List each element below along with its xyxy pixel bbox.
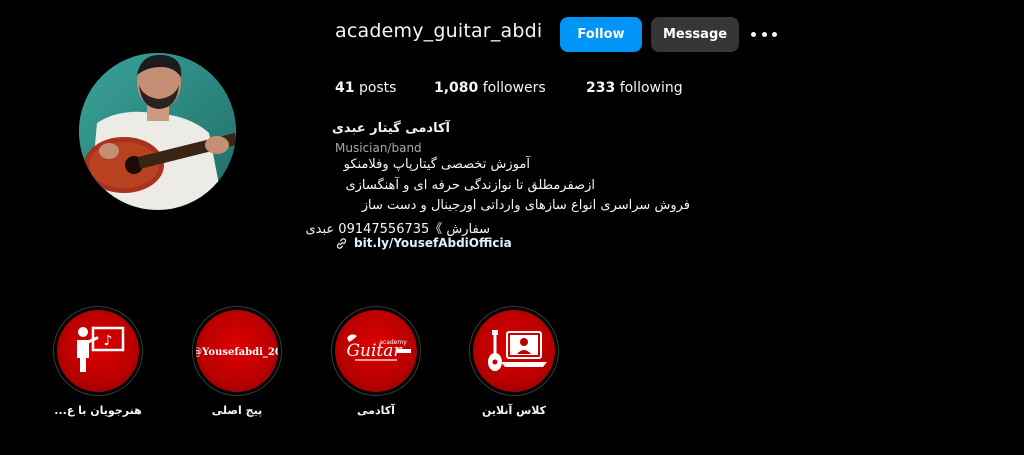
following-count-label: following bbox=[619, 80, 683, 96]
guitar-academy-logo: Guitar academy bbox=[346, 334, 411, 361]
dot-icon bbox=[761, 31, 767, 37]
bio-link-text: bit.ly/YousefAbdiOfficia bbox=[354, 236, 512, 250]
more-options-icon[interactable] bbox=[751, 25, 777, 43]
profile-avatar[interactable] bbox=[79, 53, 236, 210]
highlight-cover: @Yousefabdi_20 bbox=[196, 310, 278, 392]
teacher-board-icon: ♪ bbox=[77, 326, 125, 372]
online-class-laptop-icon bbox=[488, 330, 547, 371]
posts-count: 41 posts bbox=[335, 80, 396, 96]
highlight-label: آکادمی bbox=[357, 404, 395, 417]
profile-category: Musician/band bbox=[335, 141, 422, 155]
bio-link[interactable]: bit.ly/YousefAbdiOfficia bbox=[335, 236, 512, 250]
following-count-value: 233 bbox=[586, 80, 616, 96]
profile-username: academy_guitar_abdi bbox=[335, 20, 543, 42]
story-highlight[interactable]: @Yousefabdi_20 bbox=[192, 306, 282, 396]
dot-icon bbox=[772, 31, 777, 37]
posts-count-value: 41 bbox=[335, 80, 355, 96]
bio-line: سفارش 》09147556735 عبدی bbox=[305, 222, 490, 237]
highlight-cover bbox=[473, 310, 555, 392]
highlight-cover-text: @Yousefabdi_20 bbox=[196, 347, 278, 358]
highlight-label: هنرجویان با ع... bbox=[54, 404, 142, 417]
highlight-label: پیج اصلی bbox=[211, 404, 263, 417]
svg-text:♪: ♪ bbox=[104, 333, 113, 349]
highlight-ring: ♪ bbox=[53, 306, 143, 396]
link-icon bbox=[336, 237, 347, 249]
highlight-label: کلاس آنلاین bbox=[481, 404, 547, 417]
followers-count-label: followers bbox=[482, 80, 546, 96]
handle-text-icon: @Yousefabdi_20 bbox=[196, 347, 278, 358]
avatar-photo bbox=[79, 53, 236, 210]
dot-icon bbox=[751, 31, 756, 37]
follow-button[interactable]: Follow bbox=[560, 17, 642, 52]
story-highlight[interactable]: Guitar academy bbox=[331, 306, 421, 396]
highlight-ring: Guitar academy bbox=[331, 306, 421, 396]
story-highlight[interactable]: ♪ bbox=[53, 306, 143, 396]
followers-count[interactable]: 1,080 followers bbox=[434, 80, 546, 96]
logo-subtext: academy bbox=[379, 339, 407, 346]
following-count[interactable]: 233 following bbox=[586, 80, 683, 96]
story-highlight[interactable] bbox=[469, 306, 559, 396]
bio-line: فروش سراسری انواع سازهای وارداتی اورجینا… bbox=[361, 198, 690, 213]
posts-count-label: posts bbox=[358, 80, 397, 96]
bio-line: ازصفرمطلق تا نوازندگی حرفه ای و آهنگسازی bbox=[345, 178, 595, 193]
profile-full-name: آکادمی گیتار عبدی bbox=[332, 121, 450, 136]
highlight-ring bbox=[469, 306, 559, 396]
highlight-ring: @Yousefabdi_20 bbox=[192, 306, 282, 396]
highlight-cover: Guitar academy bbox=[335, 310, 417, 392]
highlight-cover: ♪ bbox=[57, 310, 139, 392]
followers-count-value: 1,080 bbox=[434, 80, 479, 96]
message-button[interactable]: Message bbox=[651, 17, 739, 52]
bio-line: آموزش تخصصی گیتارپاپ وفلامنکو bbox=[343, 157, 530, 172]
